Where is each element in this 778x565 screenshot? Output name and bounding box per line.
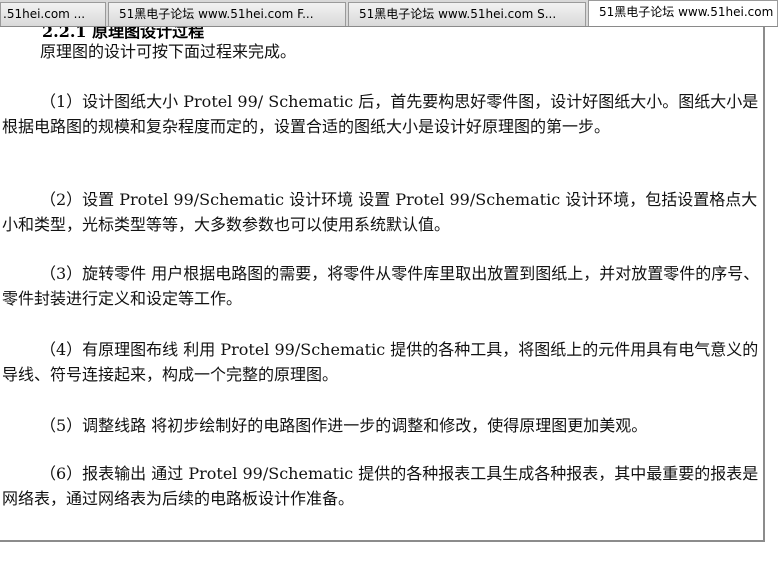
browser-tab-bar: .51hei.com ... 51黑电子论坛 www.51hei.com F..…: [0, 0, 778, 27]
document-content: 2.2.1 原理图设计过程 原理图的设计可按下面过程来完成。 （1）设计图纸大小…: [0, 27, 765, 542]
browser-tab-2[interactable]: 51黑电子论坛 www.51hei.com F...: [108, 2, 346, 26]
paragraph-step-6: （6）报表输出 通过 Protel 99/Schematic 提供的各种报表工具…: [2, 464, 759, 508]
paragraph-step-4: （4）有原理图布线 利用 Protel 99/Schematic 提供的各种工具…: [2, 340, 759, 384]
browser-tab-4-active[interactable]: 51黑电子论坛 www.51hei.com: [588, 0, 778, 26]
paragraph-step-1: （1）设计图纸大小 Protel 99/ Schematic 后，首先要构思好零…: [2, 92, 759, 136]
paragraph-step-5: （5）调整线路 将初步绘制好的电路图作进一步的调整和修改，使得原理图更加美观。: [40, 416, 648, 435]
browser-tab-1[interactable]: .51hei.com ...: [0, 2, 106, 26]
page-bottom-area: [0, 544, 778, 565]
paragraph-step-3: （3）旋转零件 用户根据电路图的需要，将零件从零件库里取出放置到图纸上，并对放置…: [2, 264, 760, 308]
paragraph-step-2: （2）设置 Protel 99/Schematic 设计环境 设置 Protel…: [2, 190, 758, 234]
browser-tab-3[interactable]: 51黑电子论坛 www.51hei.com S...: [348, 2, 586, 26]
intro-text: 原理图的设计可按下面过程来完成。: [40, 42, 297, 61]
